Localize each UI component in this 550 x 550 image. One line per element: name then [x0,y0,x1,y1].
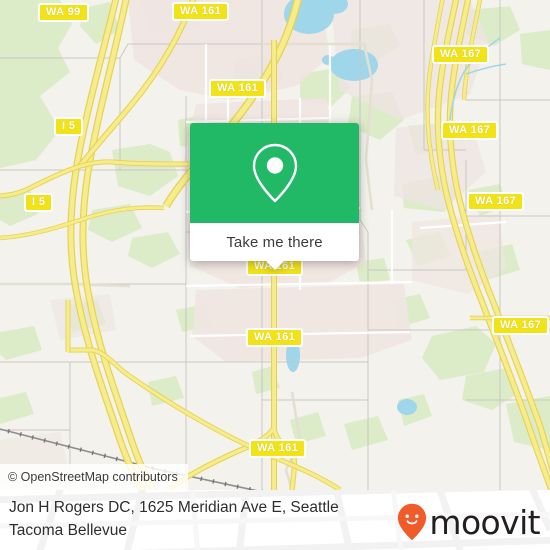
moovit-wordmark: moovit [429,502,540,542]
road-shield: WA 99 [38,3,89,22]
road-shield: I 5 [24,193,54,212]
road-shield: WA 161 [249,439,307,458]
road-shield: WA 161 [209,79,267,98]
map-pin-icon [252,143,297,203]
road-shield: WA 167 [441,121,499,140]
popup-footer[interactable]: Take me there [190,223,359,270]
map-canvas[interactable]: WA 99 WA 161 WA 167 WA 161 I 5 WA 167 WA… [0,0,550,490]
footer-bar: Jon H Rogers DC, 1625 Meridian Ave E, Se… [0,490,550,550]
road-shield: WA 167 [467,192,525,211]
take-me-there-label: Take me there [226,233,323,251]
moovit-pin-icon [398,503,427,541]
popup-pointer [264,260,285,270]
map-screenshot: WA 99 WA 161 WA 167 WA 161 I 5 WA 167 WA… [0,0,550,550]
road-shield: WA 167 [492,316,550,335]
popup-header [190,123,359,223]
osm-attribution[interactable]: © OpenStreetMap contributors [0,464,188,490]
road-shield: I 5 [54,117,84,136]
location-popup[interactable]: Take me there [190,123,359,270]
road-shield: WA 167 [432,45,490,64]
place-caption: Jon H Rogers DC, 1625 Meridian Ave E, Se… [9,499,339,539]
road-shield: WA 161 [172,2,230,21]
road-shield: WA 161 [246,328,304,347]
moovit-logo[interactable]: moovit [397,502,541,542]
